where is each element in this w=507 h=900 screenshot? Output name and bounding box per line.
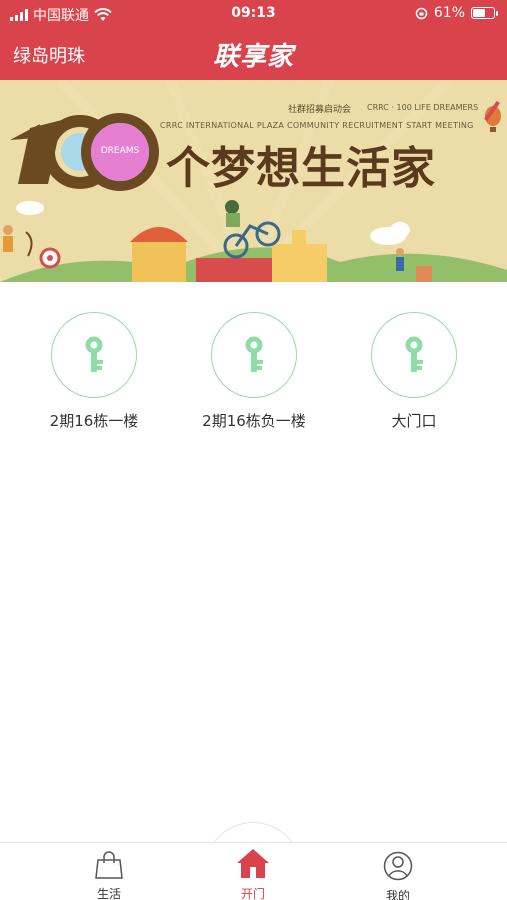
archer-illustration [3, 225, 13, 235]
tab-open-door[interactable]: 开门 [213, 847, 293, 900]
battery-icon [471, 7, 498, 19]
tab-mine-label: 我的 [385, 889, 410, 900]
bottom-tab-bar: 生活 开门 我的 [0, 842, 507, 900]
app-screen: 中国联通 09:13 61% 绿岛明珠 联享家 社群招募启动会 CRRC · 1… [0, 0, 507, 900]
door-item-building16-floor1[interactable]: 2期16栋一楼 [14, 312, 174, 430]
promo-banner[interactable]: 社群招募启动会 CRRC · 100 LIFE DREAMERS CRRC IN… [0, 80, 507, 282]
user-icon [383, 851, 413, 881]
tab-life-label: 生活 [96, 887, 121, 900]
shopping-bag-icon [95, 851, 123, 879]
person-illustration [396, 248, 404, 256]
dreams-label: DREAMS [100, 146, 140, 156]
brand-logo: 联享家 [212, 42, 294, 72]
door-label: 2期16栋负一楼 [202, 412, 306, 430]
app-header: 绿岛明珠 联享家 [0, 28, 507, 80]
door-label: 大门口 [391, 412, 437, 430]
building [416, 266, 432, 282]
tab-mine[interactable]: 我的 [358, 851, 438, 900]
tab-life[interactable]: 生活 [69, 851, 149, 900]
door-key-button[interactable] [51, 312, 137, 398]
door-key-button[interactable] [371, 312, 457, 398]
door-item-building16-basement[interactable]: 2期16栋负一楼 [174, 312, 334, 430]
cloud-icon [16, 201, 44, 215]
battery-fill [473, 9, 486, 17]
key-icon [405, 336, 423, 372]
door-key-button[interactable] [211, 312, 297, 398]
battery-percent: 61% [433, 5, 465, 21]
banner-subtitle: CRRC INTERNATIONAL PLAZA COMMUNITY RECRU… [160, 121, 474, 130]
banner-title: 个梦想生活家 [166, 143, 436, 194]
tab-open-door-label: 开门 [240, 887, 265, 900]
door-label: 2期16栋一楼 [49, 412, 139, 430]
key-icon [245, 336, 263, 372]
status-bar: 中国联通 09:13 61% [0, 0, 507, 28]
home-icon [237, 849, 269, 878]
door-item-main-gate[interactable]: 大门口 [334, 312, 494, 430]
building [272, 244, 327, 282]
banner-top-text: 社群招募启动会 [288, 105, 352, 115]
banner-top-english: CRRC · 100 LIFE DREAMERS [367, 103, 479, 112]
orientation-lock-icon [415, 7, 428, 19]
key-icon [85, 336, 103, 372]
status-right: 61% [415, 5, 498, 21]
building [132, 240, 186, 282]
building [196, 258, 272, 282]
